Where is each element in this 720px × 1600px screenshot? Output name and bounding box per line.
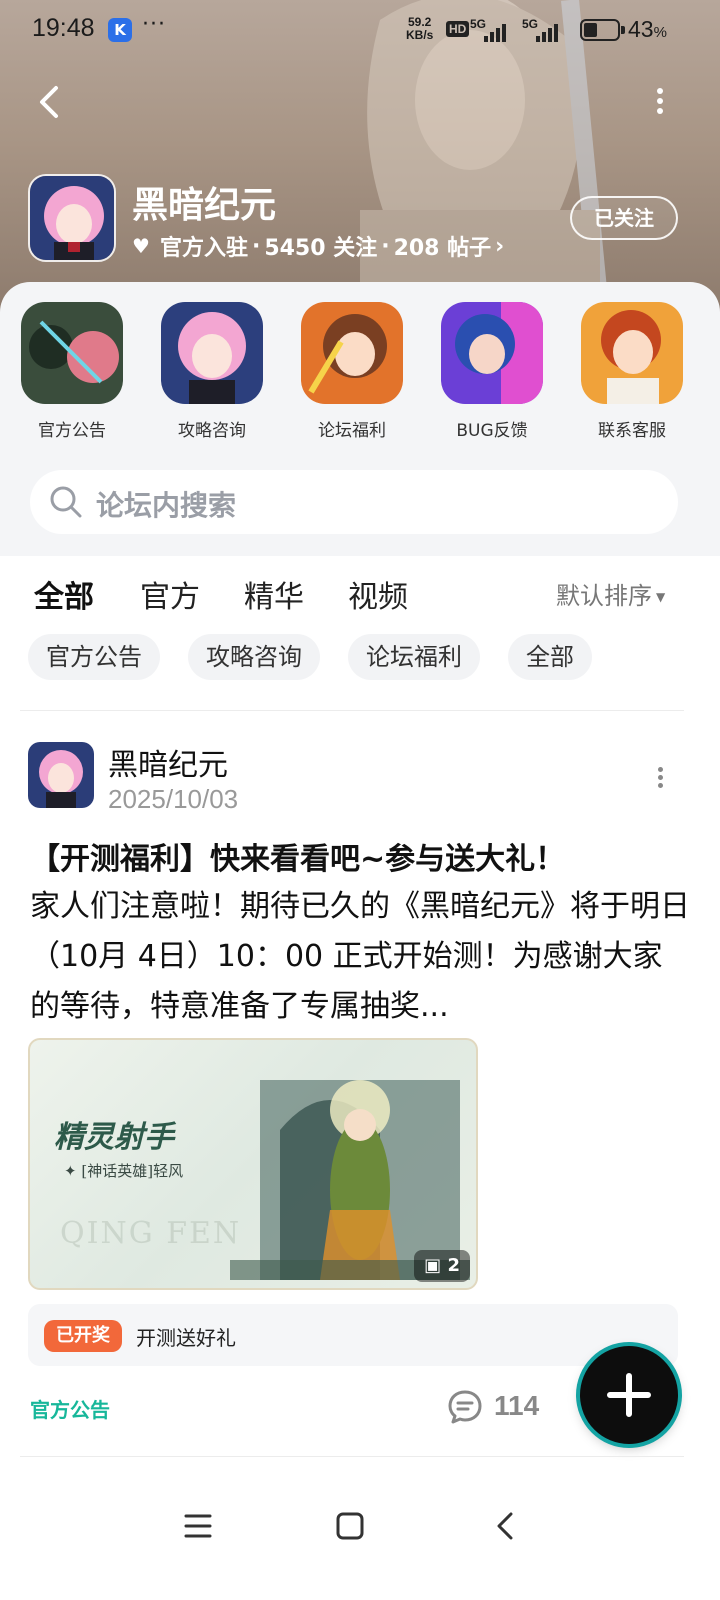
search-placeholder: 论坛内搜索 [96,489,237,522]
divider [20,710,684,711]
post-image-subtitle: ✦ [神话英雄]轻风 [64,1162,184,1180]
battery-icon [580,19,625,41]
shortcut-row: 官方公告 攻略咨询 论坛福利 BUG反馈 联系客服 [0,302,720,452]
tab-featured[interactable]: 精华 [244,572,304,616]
more-options-button[interactable] [648,84,672,124]
comment-icon[interactable] [446,1388,484,1426]
home-icon[interactable] [330,1506,370,1546]
post-author-name[interactable]: 黑暗纪元 [108,740,228,784]
chevron-left-icon [40,86,58,118]
shortcut-label: BUG反馈 [456,421,528,441]
post-image-watermark: QING FEN [60,1216,242,1251]
image-icon: ▣ [424,1255,442,1276]
divider [20,1456,684,1457]
tab-official[interactable]: 官方 [140,572,200,616]
app-notification-icon: K [108,18,132,42]
shortcut-image [161,302,263,404]
more-notifications-icon: ··· [142,12,166,37]
back-button[interactable] [30,80,70,124]
caret-down-icon: ▼ [656,590,666,604]
forum-panel: 官方公告 攻略咨询 论坛福利 BUG反馈 联系客服 论坛内搜索 [0,282,720,556]
hd-icon: HD [446,21,470,37]
shortcut-official-notice[interactable]: 官方公告 [12,302,132,441]
shortcut-label: 联系客服 [598,421,666,441]
create-post-button[interactable] [580,1346,678,1444]
post-category-tag[interactable]: 官方公告 [30,1394,110,1423]
comment-count: 114 [494,1390,540,1421]
sort-dropdown[interactable]: 默认排序 ▼ [556,576,665,611]
shortcut-guide[interactable]: 攻略咨询 [152,302,272,441]
post-image-title: 精灵射手 [54,1120,174,1155]
plus-icon [607,1373,651,1417]
shortcut-image [21,302,123,404]
shortcut-image [441,302,543,404]
status-bar: 19:48 K ··· 59.2 KB/s HD 5G 5G 43% [0,0,720,60]
lottery-title: 开测送好礼 [136,1326,236,1350]
filter-chip-guide[interactable]: 攻略咨询 [188,634,320,680]
forum-avatar[interactable] [28,174,116,262]
image-count-badge: ▣ 2 [414,1250,470,1282]
lottery-status-badge: 已开奖 [44,1320,122,1352]
post-body[interactable]: 家人们注意啦！期待已久的《黑暗纪元》将于明日（10月 4日）10：00 正式开始… [30,882,690,1032]
post-title[interactable]: 【开测福利】快来看看吧~参与送大礼！ [30,836,690,884]
shortcut-bug-report[interactable]: BUG反馈 [432,302,552,441]
forum-header: 19:48 K ··· 59.2 KB/s HD 5G 5G 43% 黑暗纪元 ♥ [0,0,720,320]
post-image[interactable]: 精灵射手 ✦ [神话英雄]轻风 QING FEN ▣ 2 [28,1038,478,1290]
search-input[interactable]: 论坛内搜索 [30,470,678,534]
shortcut-label: 官方公告 [38,421,106,441]
tab-all[interactable]: 全部 [34,572,94,616]
signal-label-1: 5G [470,17,487,31]
follow-button[interactable]: 已关注 [570,196,678,240]
menu-icon[interactable] [178,1506,218,1546]
battery-percent: 43% [628,16,667,42]
back-nav-icon[interactable] [486,1506,526,1546]
filter-chip-official[interactable]: 官方公告 [28,634,160,680]
signal-label-2: 5G [522,17,539,31]
forum-name: 黑暗纪元 [132,185,277,226]
filter-chip-welfare[interactable]: 论坛福利 [348,634,480,680]
shortcut-image [301,302,403,404]
chevron-right-icon: › [495,233,505,259]
forum-stats[interactable]: ♥ 官方入驻 · 5450 关注 · 208 帖子 › [132,230,504,262]
search-icon [50,486,82,518]
network-speed: 59.2 KB/s [406,15,434,42]
tab-video[interactable]: 视频 [348,572,408,616]
filter-chips: 官方公告 攻略咨询 论坛福利 全部 [0,634,720,686]
posts-count: 208 帖子 [393,236,492,261]
shortcut-label: 论坛福利 [318,421,386,441]
verified-label: 官方入驻 [159,236,248,261]
shortcut-customer-service[interactable]: 联系客服 [572,302,692,441]
filter-chip-all[interactable]: 全部 [508,634,592,680]
followers-count: 5450 关注 [264,236,378,261]
system-nav-bar [0,1470,720,1600]
shortcut-label: 攻略咨询 [178,421,246,441]
lottery-card[interactable]: 已开奖 开测送好礼 [28,1304,678,1366]
post-more-button[interactable] [654,764,666,794]
post-date: 2025/10/03 [108,784,239,814]
post-author-avatar[interactable] [28,742,94,808]
verified-heart-icon: ♥ [132,234,150,258]
tab-bar: 全部 官方 精华 视频 默认排序 ▼ [0,564,720,628]
shortcut-welfare[interactable]: 论坛福利 [292,302,412,441]
shortcut-image [581,302,683,404]
status-time: 19:48 [32,14,95,42]
